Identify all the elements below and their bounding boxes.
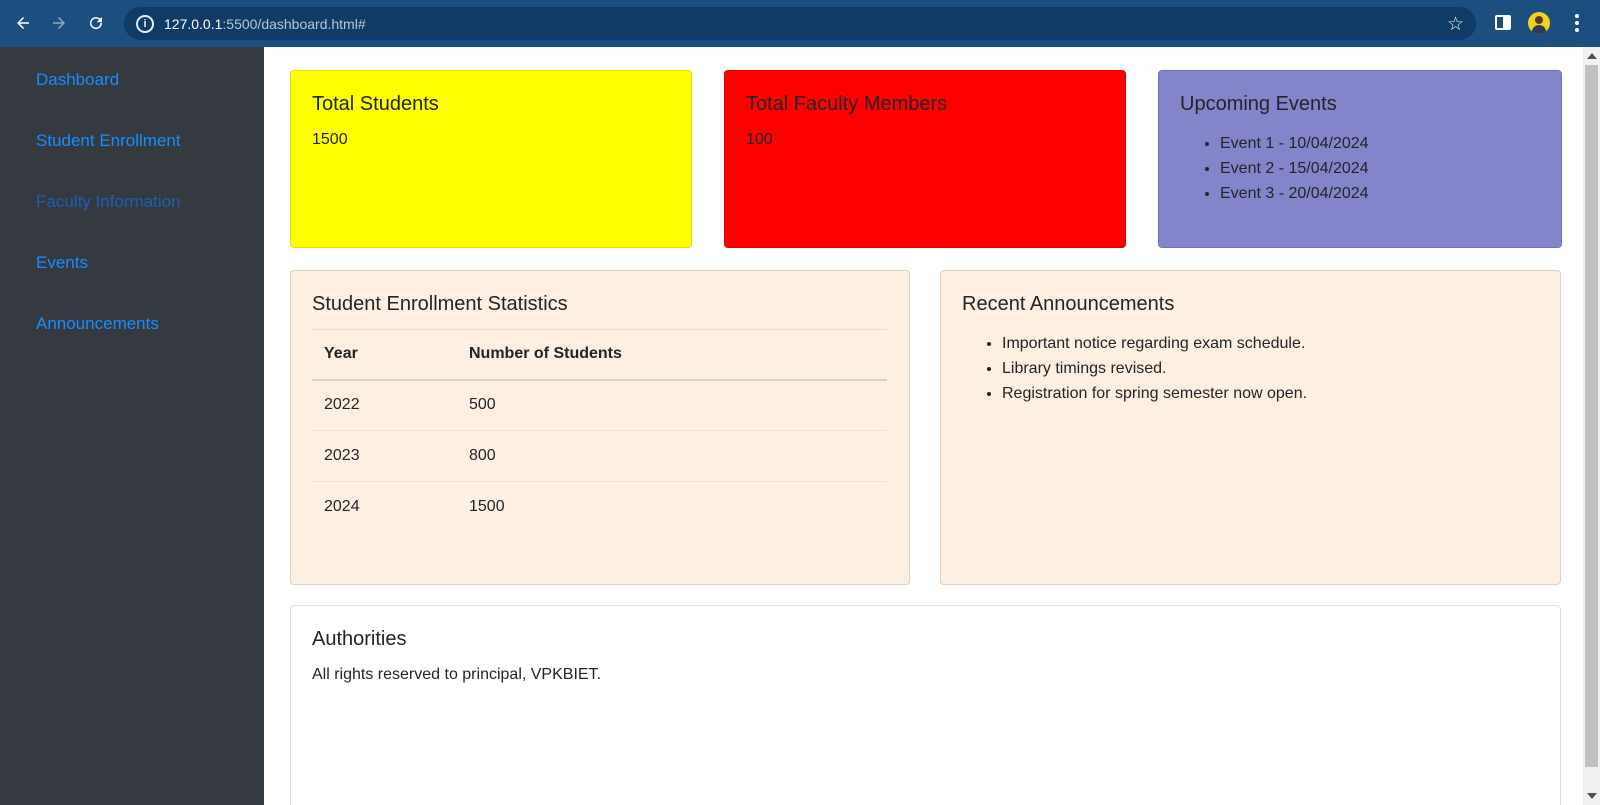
table-row: 2024 1500: [312, 481, 887, 533]
profile-avatar[interactable]: [1528, 12, 1550, 34]
total-students-card: Total Students 1500: [290, 70, 692, 248]
url-path: :5500/dashboard.html#: [222, 15, 366, 32]
forward-arrow-icon[interactable]: [44, 8, 74, 38]
enrollment-table: Year Number of Students 2022 500 2023 80…: [312, 329, 887, 533]
authorities-title: Authorities: [312, 628, 407, 650]
sidebar-item-events[interactable]: Events: [36, 253, 88, 273]
total-faculty-title: Total Faculty Members: [746, 93, 948, 115]
table-row: 2022 500: [312, 380, 887, 431]
total-students-value: 1500: [312, 131, 348, 148]
page-scrollbar[interactable]: [1583, 47, 1600, 805]
upcoming-events-card: Upcoming Events Event 1 - 10/04/2024 Eve…: [1158, 70, 1562, 248]
upcoming-events-title: Upcoming Events: [1180, 93, 1337, 115]
scrollbar-thumb[interactable]: [1585, 65, 1598, 767]
enrollment-stats-card: Student Enrollment Statistics Year Numbe…: [290, 270, 910, 585]
enrollment-stats-title: Student Enrollment Statistics: [312, 293, 568, 315]
events-list: Event 1 - 10/04/2024 Event 2 - 15/04/202…: [1180, 131, 1540, 206]
table-row: 2023 800: [312, 430, 887, 482]
star-icon[interactable]: ☆: [1447, 13, 1464, 36]
browser-toolbar: i 127.0.0.1:5500/dashboard.html# ☆: [0, 0, 1600, 47]
list-item: Event 2 - 15/04/2024: [1220, 156, 1540, 181]
sidebar-item-dashboard[interactable]: Dashboard: [36, 70, 119, 90]
total-faculty-card: Total Faculty Members 100: [724, 70, 1126, 248]
announcements-title: Recent Announcements: [962, 293, 1175, 315]
address-bar[interactable]: i 127.0.0.1:5500/dashboard.html# ☆: [124, 7, 1476, 40]
table-cell: 1500: [457, 481, 887, 533]
table-cell: 500: [469, 396, 496, 414]
reload-icon[interactable]: [81, 8, 111, 38]
table-cell: 800: [457, 430, 887, 482]
total-students-title: Total Students: [312, 93, 439, 115]
table-header-row: Year Number of Students: [312, 329, 887, 381]
sidebar-item-announcements[interactable]: Announcements: [36, 314, 159, 334]
list-item: Event 1 - 10/04/2024: [1220, 131, 1540, 156]
list-item: Library timings revised.: [1002, 356, 1539, 381]
column-header-year: Year: [312, 329, 457, 381]
url-host: 127.0.0.1: [164, 15, 223, 32]
sidebar-item-student-enrollment[interactable]: Student Enrollment: [36, 131, 181, 151]
menu-kebab-icon[interactable]: [1575, 12, 1579, 33]
list-item: Registration for spring semester now ope…: [1002, 381, 1539, 406]
announcements-card: Recent Announcements Important notice re…: [940, 270, 1561, 585]
sidebar-item-faculty-information[interactable]: Faculty Information: [36, 192, 181, 212]
back-arrow-icon[interactable]: [8, 8, 38, 38]
announcements-list: Important notice regarding exam schedule…: [962, 331, 1539, 406]
column-header-students: Number of Students: [457, 329, 887, 381]
table-cell: 2022: [324, 396, 360, 414]
side-panel-icon[interactable]: [1495, 15, 1511, 30]
total-faculty-value: 100: [746, 131, 773, 148]
table-cell: 2024: [312, 481, 457, 533]
site-info-icon[interactable]: i: [136, 14, 154, 33]
authorities-text: All rights reserved to principal, VPKBIE…: [312, 666, 602, 683]
authorities-card: Authorities All rights reserved to princ…: [290, 605, 1561, 805]
table-cell: 2023: [312, 430, 457, 482]
list-item: Important notice regarding exam schedule…: [1002, 331, 1539, 356]
scroll-up-arrow-icon[interactable]: [1587, 53, 1597, 59]
sidebar: Dashboard Student Enrollment Faculty Inf…: [0, 47, 264, 805]
scroll-down-arrow-icon[interactable]: [1587, 793, 1597, 799]
list-item: Event 3 - 20/04/2024: [1220, 181, 1540, 206]
